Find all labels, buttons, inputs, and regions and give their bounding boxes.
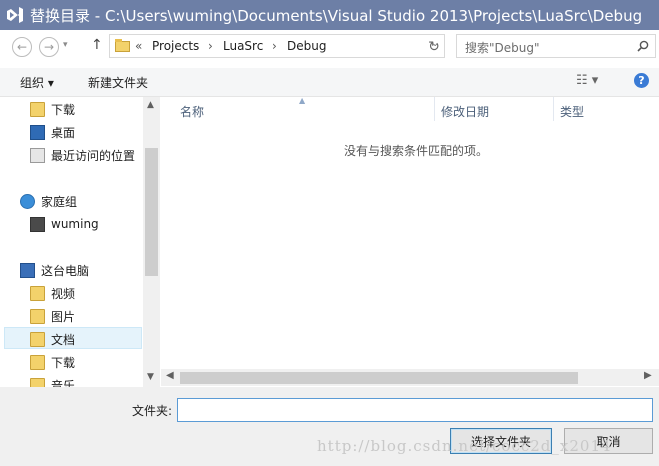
music-folder-icon xyxy=(30,377,45,387)
nav-item-label: 最近访问的位置 xyxy=(51,148,136,163)
column-header-name[interactable]: 名称 xyxy=(180,103,204,120)
address-bar[interactable]: « Projects › LuaSrc › Debug ⌄ xyxy=(109,34,445,58)
nav-item-documents[interactable]: 文档 xyxy=(30,328,75,350)
watermark-text: http://blog.csdn.net/cocc2d_x2014 xyxy=(317,437,612,455)
search-placeholder[interactable]: 搜索"Debug" xyxy=(465,39,540,56)
nav-item-label: 家庭组 xyxy=(41,194,78,209)
chevron-down-icon: ▾ xyxy=(63,40,68,50)
nav-item-videos[interactable]: 视频 xyxy=(30,282,75,304)
forward-button[interactable]: → xyxy=(39,37,59,57)
download-folder-icon xyxy=(30,354,45,370)
horizontal-scrollbar-thumb[interactable] xyxy=(180,372,578,384)
nav-item-label: 音乐 xyxy=(51,378,76,388)
nav-item-recent-places[interactable]: 最近访问的位置 xyxy=(30,144,135,166)
up-button[interactable]: ↑ xyxy=(91,37,103,53)
pictures-folder-icon xyxy=(30,308,45,324)
nav-item-label: 桌面 xyxy=(51,125,76,140)
nav-item-label: 下载 xyxy=(51,355,76,370)
column-separator[interactable] xyxy=(434,97,435,121)
recent-locations-dropdown[interactable]: ▾ xyxy=(63,40,68,50)
nav-item-downloads-2[interactable]: 下载 xyxy=(30,351,75,373)
nav-item-label: 图片 xyxy=(51,309,76,324)
folder-field-label: 文件夹: xyxy=(132,404,173,418)
computer-icon xyxy=(20,262,35,278)
scroll-right-icon[interactable]: ▶ xyxy=(644,370,652,381)
scroll-left-icon[interactable]: ◀ xyxy=(166,370,174,381)
view-options-button[interactable]: ☷ ▾ xyxy=(576,73,598,88)
sort-ascending-icon: ▲ xyxy=(299,96,306,105)
search-box[interactable]: 搜索"Debug" xyxy=(456,34,656,58)
organize-button[interactable]: 组织 ▾ xyxy=(20,74,54,91)
nav-item-desktop[interactable]: 桌面 xyxy=(30,121,75,143)
desktop-icon xyxy=(30,124,45,140)
videos-folder-icon xyxy=(30,285,45,301)
nav-item-user[interactable]: wuming xyxy=(30,213,99,235)
recent-places-icon xyxy=(30,147,45,163)
nav-scrollbar-thumb[interactable] xyxy=(145,148,158,276)
search-icon[interactable] xyxy=(637,40,649,52)
column-separator[interactable] xyxy=(553,97,554,121)
help-button[interactable]: ? xyxy=(634,73,649,88)
nav-item-this-pc[interactable]: 这台电脑 xyxy=(20,259,89,281)
command-bar: 组织 ▾ 新建文件夹 ☷ ▾ ? xyxy=(0,68,659,97)
folder-icon xyxy=(115,39,130,52)
nav-item-downloads[interactable]: 下载 xyxy=(30,98,75,120)
breadcrumb-separator-2[interactable]: › xyxy=(272,39,277,53)
up-arrow-icon: ↑ xyxy=(91,37,103,53)
nav-item-label: 视频 xyxy=(51,286,76,301)
back-arrow-icon: ← xyxy=(16,40,28,54)
nav-item-label: 下载 xyxy=(51,102,76,117)
user-icon xyxy=(30,216,45,232)
breadcrumb-projects[interactable]: Projects xyxy=(152,39,199,53)
column-header-date-modified[interactable]: 修改日期 xyxy=(441,103,489,120)
nav-item-pictures[interactable]: 图片 xyxy=(30,305,75,327)
nav-item-music[interactable]: 音乐 xyxy=(30,374,75,387)
help-icon: ? xyxy=(638,74,645,87)
download-folder-icon xyxy=(30,101,45,117)
nav-item-music-clip: 音乐 xyxy=(0,374,143,387)
breadcrumb-overflow[interactable]: « xyxy=(135,39,142,53)
nav-item-label: wuming xyxy=(51,217,99,231)
refresh-icon: ↻ xyxy=(428,39,440,55)
breadcrumb-debug[interactable]: Debug xyxy=(287,39,326,53)
refresh-button[interactable]: ↻ xyxy=(423,36,445,58)
homegroup-icon xyxy=(20,193,35,209)
empty-folder-message: 没有与搜索条件匹配的项。 xyxy=(344,144,489,158)
breadcrumb-separator-1[interactable]: › xyxy=(208,39,213,53)
nav-item-label: 这台电脑 xyxy=(41,263,90,278)
nav-item-label: 文档 xyxy=(51,332,76,347)
view-list-icon: ☷ ▾ xyxy=(576,73,599,88)
window-title: 替换目录 - C:\Users\wuming\Documents\Visual … xyxy=(30,7,643,25)
nav-item-homegroup[interactable]: 家庭组 xyxy=(20,190,77,212)
column-header-type[interactable]: 类型 xyxy=(560,103,584,120)
scroll-up-icon[interactable]: ▲ xyxy=(147,100,154,110)
file-list-pane: ▲ 名称 修改日期 类型 没有与搜索条件匹配的项。 xyxy=(161,96,659,387)
documents-folder-icon xyxy=(30,331,45,347)
scroll-down-icon[interactable]: ▼ xyxy=(147,372,154,382)
back-button[interactable]: ← xyxy=(12,37,32,57)
folder-name-input[interactable] xyxy=(177,398,653,422)
visual-studio-icon xyxy=(7,7,23,23)
forward-arrow-icon: → xyxy=(43,40,55,54)
breadcrumb-luasrc[interactable]: LuaSrc xyxy=(223,39,263,53)
new-folder-button[interactable]: 新建文件夹 xyxy=(88,74,148,91)
